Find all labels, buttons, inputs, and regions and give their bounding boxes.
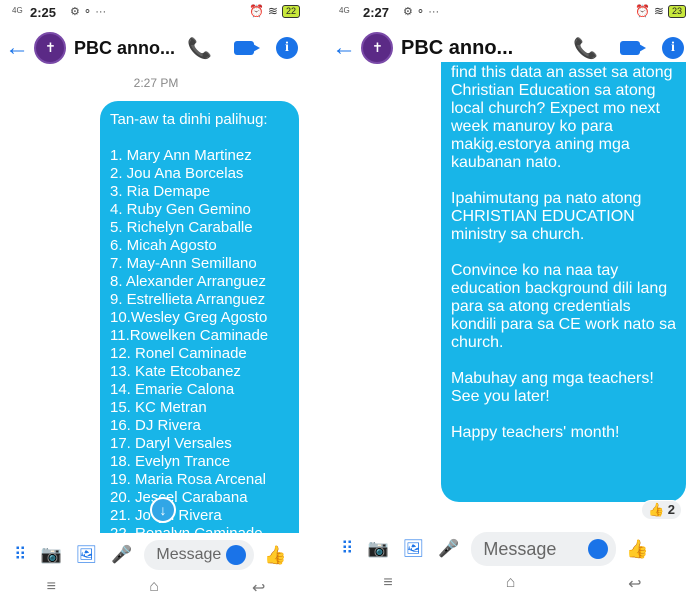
gallery-icon[interactable]: 🖼 bbox=[76, 545, 98, 565]
recent-apps-icon[interactable]: ≡ bbox=[47, 578, 56, 598]
chat-header: ← PBC anno... 📞 i bbox=[0, 28, 312, 68]
camera-icon[interactable]: 📷 bbox=[40, 545, 61, 565]
back-icon[interactable]: ↩ bbox=[252, 578, 265, 598]
scroll-down-arrow-icon[interactable]: ↓ bbox=[150, 497, 176, 523]
chat-title[interactable]: PBC anno... bbox=[74, 38, 175, 59]
system-nav-bar: ≡ ⌂ ↩ bbox=[0, 578, 312, 598]
recent-apps-icon[interactable]: ≡ bbox=[383, 574, 392, 594]
avatar[interactable] bbox=[361, 32, 393, 64]
status-bar: 4G 2:25 ⚙ ⚬ ··· ⏰ ≋ 22 bbox=[0, 0, 312, 26]
phone-screenshot-right: 4G 2:27 ⚙ ⚬ ··· ⏰ ≋ 23 ← PBC anno... 📞 i… bbox=[327, 0, 698, 599]
message-timestamp: 2:27 PM bbox=[133, 76, 179, 90]
status-time: 2:25 bbox=[30, 5, 57, 20]
header-actions: 📞 i bbox=[187, 36, 312, 61]
emoji-icon[interactable] bbox=[588, 539, 609, 559]
phone-screenshot-left: 4G 2:25 ⚙ ⚬ ··· ⏰ ≋ 22 ← PBC anno... 📞 i… bbox=[0, 0, 312, 599]
video-icon[interactable] bbox=[234, 41, 260, 55]
battery-icon: 23 bbox=[667, 4, 686, 18]
message-bubble[interactable]: find this data an asset sa atong Christi… bbox=[441, 62, 686, 502]
status-extra: ⚙ ⚬ ··· bbox=[403, 6, 440, 18]
gallery-icon[interactable]: 🖼 bbox=[403, 539, 425, 559]
phone-icon[interactable]: 📞 bbox=[187, 36, 212, 61]
network-indicator: 4G bbox=[339, 6, 350, 15]
status-time: 2:27 bbox=[363, 5, 390, 20]
phone-icon[interactable]: 📞 bbox=[573, 36, 598, 61]
battery-icon: 22 bbox=[281, 4, 300, 18]
info-icon[interactable]: i bbox=[662, 37, 684, 59]
camera-icon[interactable]: 📷 bbox=[367, 539, 388, 559]
message-composer: ⠿ 📷 🖼 🎤 Message 👍 bbox=[327, 532, 698, 566]
reaction-badge[interactable]: 👍 2 bbox=[640, 500, 682, 520]
thumbs-up-icon[interactable]: 👍 bbox=[626, 539, 648, 560]
home-icon[interactable]: ⌂ bbox=[149, 578, 159, 598]
header-actions: 📞 i bbox=[573, 36, 698, 61]
network-indicator: 4G bbox=[12, 6, 23, 15]
status-icons: ⏰ ≋ 22 bbox=[249, 4, 300, 18]
menu-dots-icon[interactable]: ⠿ bbox=[341, 539, 353, 559]
message-input[interactable]: Message bbox=[144, 540, 255, 570]
message-input[interactable]: Message bbox=[471, 532, 617, 566]
emoji-icon[interactable] bbox=[226, 545, 247, 565]
home-icon[interactable]: ⌂ bbox=[506, 574, 516, 594]
info-icon[interactable]: i bbox=[276, 37, 298, 59]
avatar[interactable] bbox=[34, 32, 66, 64]
thumbs-up-icon[interactable]: 👍 bbox=[264, 545, 286, 566]
microphone-icon[interactable]: 🎤 bbox=[111, 545, 132, 565]
status-bar: 4G 2:27 ⚙ ⚬ ··· ⏰ ≋ 23 bbox=[327, 0, 698, 26]
back-arrow-icon[interactable]: ← bbox=[327, 34, 361, 62]
message-composer: ⠿ 📷 🖼 🎤 Message 👍 bbox=[0, 540, 312, 570]
system-nav-bar: ≡ ⌂ ↩ bbox=[327, 574, 698, 594]
message-placeholder: Message bbox=[156, 546, 222, 563]
message-bubble[interactable]: Tan-aw ta dinhi palihug: 1. Mary Ann Mar… bbox=[100, 101, 299, 533]
wifi-icon: ≋ bbox=[267, 4, 278, 18]
status-icons: ⏰ ≋ 23 bbox=[635, 4, 686, 18]
reaction-count: 2 bbox=[667, 502, 675, 517]
menu-dots-icon[interactable]: ⠿ bbox=[14, 545, 26, 565]
message-placeholder: Message bbox=[483, 538, 557, 559]
alarm-icon: ⏰ bbox=[248, 4, 264, 18]
video-icon[interactable] bbox=[620, 41, 646, 55]
back-arrow-icon[interactable]: ← bbox=[0, 34, 34, 62]
chat-title[interactable]: PBC anno... bbox=[401, 37, 513, 60]
status-extra: ⚙ ⚬ ··· bbox=[70, 6, 107, 18]
back-icon[interactable]: ↩ bbox=[628, 574, 641, 594]
microphone-icon[interactable]: 🎤 bbox=[438, 539, 459, 559]
alarm-icon: ⏰ bbox=[634, 4, 650, 18]
wifi-icon: ≋ bbox=[653, 4, 664, 18]
thumbs-up-icon: 👍 bbox=[647, 502, 665, 517]
